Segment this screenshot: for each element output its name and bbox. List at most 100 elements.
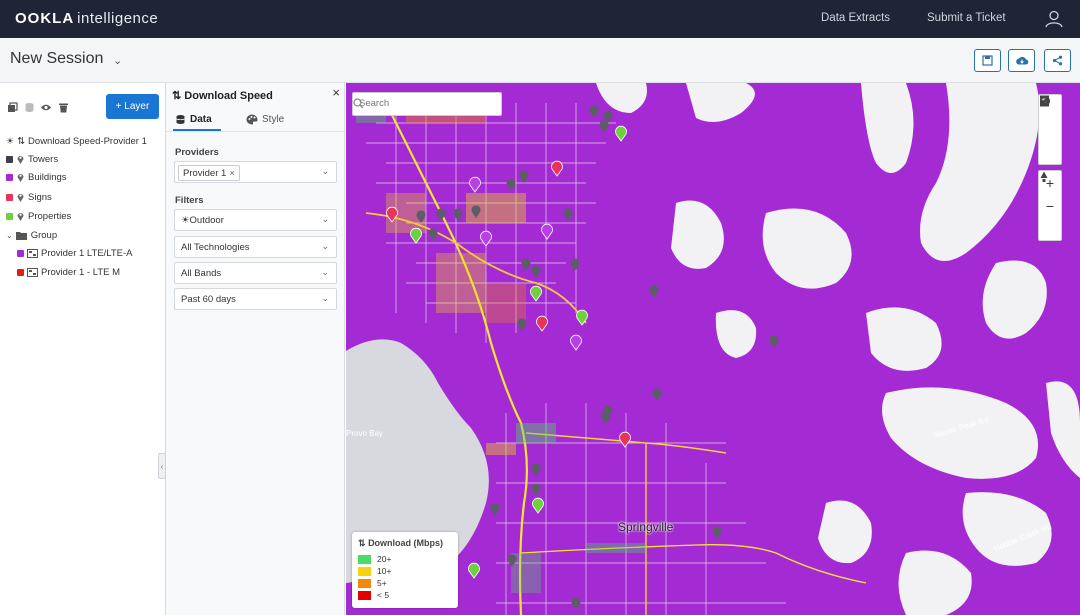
data-extracts-link[interactable]: Data Extracts xyxy=(821,12,890,24)
legend-item: 10+ xyxy=(358,566,391,576)
share-icon xyxy=(1052,55,1063,66)
logo-ookla-text: OOKLA xyxy=(15,10,75,27)
tabs-divider xyxy=(166,131,345,132)
top-nav-bar: OOKLA intelligence Data Extracts Submit a… xyxy=(0,0,1080,38)
zoom-controls: + − xyxy=(1038,170,1062,241)
pin-icon xyxy=(17,156,24,164)
zoom-out-icon[interactable]: − xyxy=(1039,194,1061,217)
folder-icon xyxy=(15,231,27,240)
select-value: All Bands xyxy=(181,268,222,279)
pin-icon xyxy=(17,213,24,221)
speed-arrows-icon: ⇅ xyxy=(358,538,366,548)
globe-icon[interactable] xyxy=(1039,96,1061,141)
eye-icon[interactable] xyxy=(40,101,52,113)
layer-label: Properties xyxy=(28,210,72,222)
save-icon xyxy=(982,55,993,66)
map-label-provo-bay: Provo Bay xyxy=(346,429,383,438)
map-canvas[interactable]: Provo Bay Squaw Peak Rd Hobble Creek Rd … xyxy=(346,83,1080,615)
palette-icon xyxy=(246,114,258,125)
map-legend: ⇅ Download (Mbps) 20+ 10+ 5+ < 5 xyxy=(352,532,458,608)
layer-download-speed[interactable]: ☀ ⇅ Download Speed-Provider 1 xyxy=(6,134,147,148)
layer-color-swatch xyxy=(6,212,13,220)
providers-select[interactable]: Provider 1 × ⌄ xyxy=(174,161,337,183)
tab-label: Style xyxy=(262,114,285,125)
provider-chip-label: Provider 1 xyxy=(183,167,227,179)
select-value: Past 60 days xyxy=(181,294,236,305)
settings-title-text: Download Speed xyxy=(184,90,273,102)
close-icon[interactable]: × xyxy=(332,85,340,100)
environment-filter-select[interactable]: ☀Outdoor ⌄ xyxy=(174,209,337,231)
select-value: Outdoor xyxy=(189,215,224,226)
layer-signs[interactable]: Signs xyxy=(6,190,52,204)
chevron-down-icon[interactable]: ⌄ xyxy=(6,231,13,240)
cloud-download-icon xyxy=(1015,56,1028,65)
layer-label: Provider 1 LTE/LTE-A xyxy=(41,247,133,259)
search-icon[interactable] xyxy=(353,98,364,109)
chevron-down-icon: ⌄ xyxy=(321,293,329,303)
layer-buildings[interactable]: Buildings xyxy=(6,170,67,184)
session-dropdown-icon[interactable]: ⌄ xyxy=(113,54,122,67)
layer-color-swatch xyxy=(17,268,24,276)
compass-icon[interactable] xyxy=(1039,171,1061,240)
providers-label: Providers xyxy=(175,147,219,158)
collapse-panel-handle[interactable]: ‹ xyxy=(158,453,166,479)
no-coverage-areas xyxy=(596,83,1080,615)
database-icon[interactable] xyxy=(23,101,35,113)
tab-style[interactable]: Style xyxy=(246,114,284,125)
database-icon xyxy=(176,115,185,124)
speed-arrows-icon: ⇅ xyxy=(17,135,26,147)
session-bar: New Session ⌄ xyxy=(0,38,1080,83)
map-tools-group xyxy=(1038,94,1062,165)
layer-color-swatch xyxy=(6,193,13,201)
map-search-box[interactable] xyxy=(352,92,502,116)
submit-ticket-link[interactable]: Submit a Ticket xyxy=(927,12,1006,24)
map-search-input[interactable] xyxy=(359,98,474,109)
layer-tools xyxy=(6,101,69,113)
save-button[interactable] xyxy=(974,49,1001,72)
layer-label: Buildings xyxy=(28,171,67,183)
legend-swatch xyxy=(358,566,371,576)
select-value: All Technologies xyxy=(181,242,250,253)
layer-label: Signs xyxy=(28,191,52,203)
layer-label: Group xyxy=(30,229,58,241)
settings-title: ⇅ Download Speed xyxy=(172,89,273,102)
legend-item: 5+ xyxy=(358,578,387,588)
layer-provider1-ltem[interactable]: Provider 1 - LTE M xyxy=(17,265,120,279)
duplicate-icon[interactable] xyxy=(6,101,18,113)
pencil-icon[interactable] xyxy=(1039,96,1061,164)
layer-properties[interactable]: Properties xyxy=(6,209,71,223)
raster-layer-icon xyxy=(27,248,38,258)
technology-filter-select[interactable]: All Technologies ⌄ xyxy=(174,236,337,258)
bands-filter-select[interactable]: All Bands ⌄ xyxy=(174,262,337,284)
add-layer-button[interactable]: + Layer xyxy=(106,94,159,119)
share-button[interactable] xyxy=(1044,49,1071,72)
ookla-intelligence-logo[interactable]: OOKLA intelligence xyxy=(15,10,158,27)
trash-icon[interactable] xyxy=(57,101,69,113)
tab-data[interactable]: Data xyxy=(175,114,212,125)
user-icon[interactable] xyxy=(1044,9,1064,29)
layer-provider1-lte[interactable]: Provider 1 LTE/LTE-A xyxy=(17,246,133,260)
layer-color-swatch xyxy=(17,249,24,257)
date-range-filter-select[interactable]: Past 60 days ⌄ xyxy=(174,288,337,310)
provider-chip[interactable]: Provider 1 × xyxy=(178,165,240,181)
filters-label: Filters xyxy=(175,195,204,206)
raster-layer-icon xyxy=(27,267,38,277)
chevron-down-icon: ⌄ xyxy=(321,214,329,224)
layer-settings-panel: ⇅ Download Speed × Data Style Providers … xyxy=(166,83,345,615)
legend-label: 10+ xyxy=(377,566,392,576)
tab-label: Data xyxy=(190,114,212,125)
layer-group[interactable]: ⌄ Group xyxy=(6,228,57,242)
layer-label: Provider 1 - LTE M xyxy=(41,266,121,278)
speed-arrows-icon: ⇅ xyxy=(172,90,182,102)
pin-icon xyxy=(17,194,24,202)
layer-color-swatch xyxy=(6,155,13,163)
layers-panel: + Layer ☀ ⇅ Download Speed-Provider 1 To… xyxy=(0,83,166,615)
download-button[interactable] xyxy=(1008,49,1035,72)
chip-remove-icon[interactable]: × xyxy=(229,168,235,179)
layer-towers[interactable]: Towers xyxy=(6,152,58,166)
layer-label: Towers xyxy=(28,153,59,165)
sun-icon: ☀ xyxy=(6,135,15,146)
legend-swatch xyxy=(358,578,371,588)
map-city-label: Springville xyxy=(618,520,674,534)
session-title: New Session xyxy=(10,50,104,67)
